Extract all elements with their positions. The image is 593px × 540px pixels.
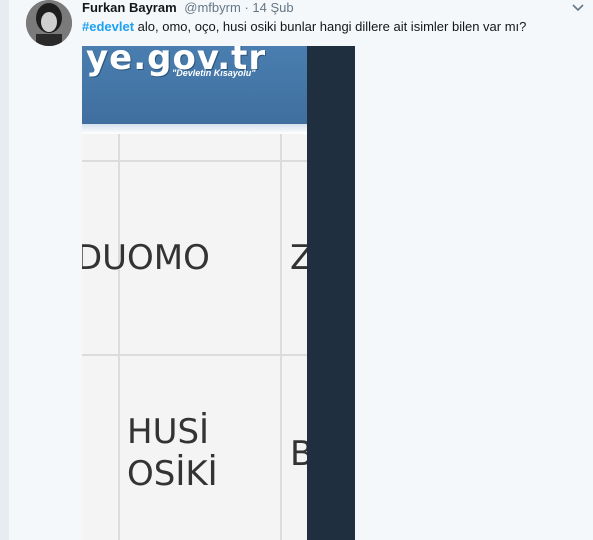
edevlet-banner: ye.gov.tr "Devletin Kısayolu" xyxy=(82,46,307,124)
table-cell: HUSİ xyxy=(127,412,210,452)
table-cell: DU xyxy=(82,238,128,278)
table-divider xyxy=(280,134,282,540)
tweet-header: Furkan Bayram @mfbyrm · 14 Şub xyxy=(82,0,294,16)
table-divider xyxy=(82,354,307,356)
dark-panel xyxy=(307,46,355,540)
banner-slogan: "Devletin Kısayolu" xyxy=(172,68,256,78)
table-cell: OSİKİ xyxy=(127,454,218,494)
tweet[interactable]: Furkan Bayram @mfbyrm · 14 Şub #edevlet … xyxy=(9,0,593,540)
display-name[interactable]: Furkan Bayram xyxy=(82,0,177,15)
tweet-body: alo, omo, oço, husi osiki bunlar hangi d… xyxy=(134,19,527,34)
tweet-media[interactable]: ye.gov.tr "Devletin Kısayolu" DU OMO Z H… xyxy=(82,46,355,540)
hashtag-link[interactable]: #edevlet xyxy=(82,19,134,34)
avatar[interactable] xyxy=(26,0,72,46)
table-divider xyxy=(118,134,120,540)
separator-dot: · xyxy=(244,0,249,15)
table-divider xyxy=(82,160,307,162)
tweet-text: #edevlet alo, omo, oço, husi osiki bunla… xyxy=(82,18,582,35)
banner-shadow xyxy=(82,124,307,134)
chevron-down-icon[interactable] xyxy=(570,0,586,16)
table-cell: OMO xyxy=(127,238,210,278)
name-table: DU OMO Z HUSİ OSİKİ B xyxy=(82,134,313,540)
tweet-timestamp[interactable]: 14 Şub xyxy=(252,0,293,15)
user-handle[interactable]: @mfbyrm xyxy=(184,0,241,15)
left-rail xyxy=(0,0,9,540)
